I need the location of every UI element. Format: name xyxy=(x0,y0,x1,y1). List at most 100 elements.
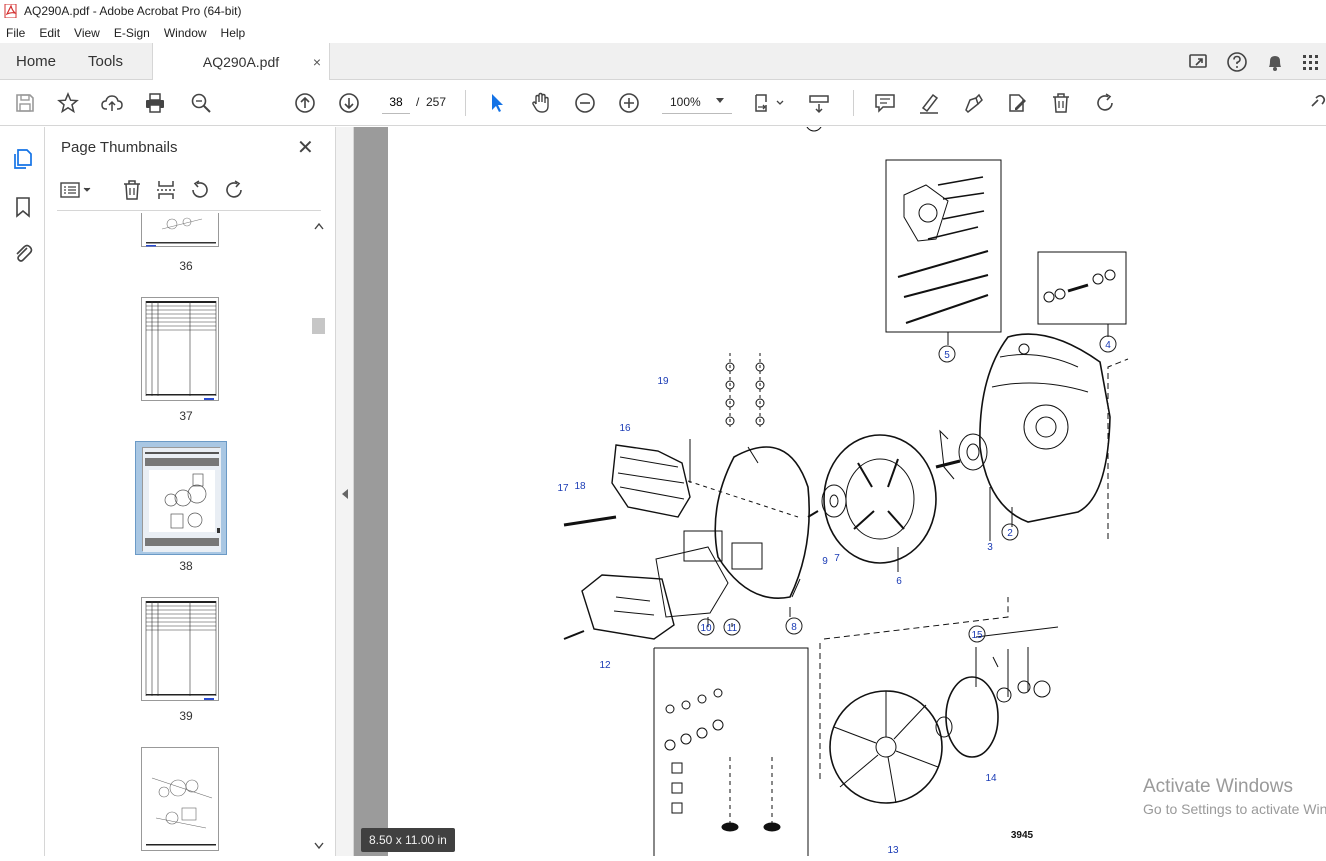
rotate-clockwise-icon xyxy=(226,180,242,198)
pen-sign-icon xyxy=(965,93,983,114)
tab-tools[interactable]: Tools xyxy=(88,43,123,80)
zoom-out-button[interactable] xyxy=(573,91,597,115)
menu-window[interactable]: Window xyxy=(164,26,207,40)
highlight-button[interactable] xyxy=(917,91,941,115)
tab-close-icon[interactable]: × xyxy=(313,54,321,70)
bookmark-star-button[interactable] xyxy=(56,91,80,115)
page-size-indicator: 8.50 x 11.00 in xyxy=(361,828,455,852)
document-viewport[interactable]: 2 3 4 5 6 7 8 9 10 11 12 13 14 15 16 17 … xyxy=(354,114,1326,856)
link-icon xyxy=(1311,94,1326,107)
menu-help[interactable]: Help xyxy=(221,26,246,40)
svg-text:10: 10 xyxy=(700,623,712,634)
notification-bell-icon[interactable] xyxy=(1264,51,1286,73)
delete-pages-button[interactable] xyxy=(119,177,145,203)
svg-text:18: 18 xyxy=(574,481,586,492)
rotate-counterclockwise-icon xyxy=(192,180,208,198)
title-bar: AQ290A.pdf - Adobe Acrobat Pro (64-bit) xyxy=(0,0,1326,22)
rotate-clockwise-icon xyxy=(1097,93,1113,111)
arrow-down-circle-icon xyxy=(339,93,359,113)
total-pages: 257 xyxy=(426,95,447,109)
svg-text:17: 17 xyxy=(557,483,569,494)
svg-text:2: 2 xyxy=(1007,528,1013,539)
extract-pages-icon xyxy=(157,181,175,199)
upload-button[interactable] xyxy=(100,91,124,115)
edit-pdf-button[interactable] xyxy=(1005,91,1029,115)
save-button[interactable] xyxy=(13,91,37,115)
save-icon xyxy=(16,94,34,112)
options-menu-icon xyxy=(60,182,91,198)
help-icon[interactable] xyxy=(1226,51,1248,73)
svg-text:8: 8 xyxy=(791,622,797,633)
page-thumbnails-panel: Page Thumbnails ✕ 36 37 38 39 xyxy=(45,127,336,856)
hand-tool-button[interactable] xyxy=(529,91,553,115)
rotate-right-button[interactable] xyxy=(221,177,247,203)
menu-file[interactable]: File xyxy=(6,26,25,40)
bookmarks-icon[interactable] xyxy=(11,195,35,219)
printer-icon xyxy=(146,93,164,113)
toolbar-divider xyxy=(465,90,466,116)
thumbnail-page[interactable] xyxy=(141,213,219,247)
next-page-button[interactable] xyxy=(337,91,361,115)
zoom-in-button[interactable] xyxy=(617,91,641,115)
thumbnail-list: 36 37 38 39 xyxy=(57,213,315,856)
svg-text:13: 13 xyxy=(887,845,899,856)
apps-grid-icon[interactable] xyxy=(1302,51,1320,73)
extract-pages-button[interactable] xyxy=(153,177,179,203)
rotate-left-button[interactable] xyxy=(187,177,213,203)
activate-windows-title: Activate Windows xyxy=(1143,776,1293,797)
minus-circle-icon xyxy=(575,93,595,113)
zoom-dropdown[interactable]: 100% xyxy=(662,90,732,114)
thumbnail-page[interactable] xyxy=(141,747,219,851)
thumbnail-preview xyxy=(145,301,217,400)
panel-close-icon[interactable]: ✕ xyxy=(297,135,314,160)
page-fit-button[interactable] xyxy=(752,91,788,115)
thumbnail-preview xyxy=(146,777,216,846)
trash-icon xyxy=(1053,93,1069,113)
link-button[interactable] xyxy=(1308,91,1326,115)
menu-esign[interactable]: E-Sign xyxy=(114,26,150,40)
menu-view[interactable]: View xyxy=(74,26,100,40)
scroll-up-chevron-icon[interactable] xyxy=(313,221,325,231)
menu-edit[interactable]: Edit xyxy=(39,26,60,40)
svg-text:7: 7 xyxy=(834,553,840,564)
page-separator: / xyxy=(416,95,420,109)
print-button[interactable] xyxy=(143,91,167,115)
page-fit-icon xyxy=(755,94,784,112)
cursor-arrow-icon xyxy=(492,94,503,112)
thumbnail-options-button[interactable] xyxy=(59,177,97,203)
comment-button[interactable] xyxy=(873,91,897,115)
arrow-up-circle-icon xyxy=(295,93,315,113)
delete-button[interactable] xyxy=(1049,91,1073,115)
tab-document[interactable]: AQ290A.pdf × xyxy=(152,43,330,81)
page-thumbnails-icon[interactable] xyxy=(11,147,35,171)
thumbnail-page[interactable] xyxy=(141,297,219,401)
previous-page-button[interactable] xyxy=(293,91,317,115)
search-button[interactable] xyxy=(189,91,213,115)
panel-collapse-bar[interactable] xyxy=(336,127,354,856)
zoom-value: 100% xyxy=(670,94,701,109)
svg-text:15: 15 xyxy=(971,630,983,641)
attachments-paperclip-icon[interactable] xyxy=(11,241,35,265)
exploded-view-diagram: 2 3 4 5 6 7 8 9 10 11 12 13 14 15 16 17 … xyxy=(557,114,1129,856)
rotate-button[interactable] xyxy=(1093,91,1117,115)
figure-number: 3945 xyxy=(1011,830,1034,841)
share-screen-icon[interactable] xyxy=(1188,51,1210,73)
panel-divider xyxy=(57,210,321,211)
sign-button[interactable] xyxy=(961,91,985,115)
svg-text:4: 4 xyxy=(1105,340,1111,351)
page-number-input[interactable] xyxy=(382,90,410,114)
thumbnail-page-number: 38 xyxy=(179,559,193,573)
highlighter-icon xyxy=(920,93,939,114)
star-icon xyxy=(57,92,79,114)
svg-text:6: 6 xyxy=(896,576,902,587)
thumbnail-scrollbar-thumb[interactable] xyxy=(312,318,325,334)
menu-bar: File Edit View E-Sign Window Help xyxy=(0,22,1326,43)
tab-document-label: AQ290A.pdf xyxy=(202,54,280,70)
thumbnail-page[interactable] xyxy=(141,597,219,701)
scroll-mode-icon xyxy=(809,95,829,114)
thumbnail-page-selected[interactable] xyxy=(142,447,221,552)
select-tool-button[interactable] xyxy=(485,91,509,115)
scroll-down-chevron-icon[interactable] xyxy=(313,841,325,851)
tab-home[interactable]: Home xyxy=(16,43,56,80)
scroll-mode-button[interactable] xyxy=(807,91,831,115)
